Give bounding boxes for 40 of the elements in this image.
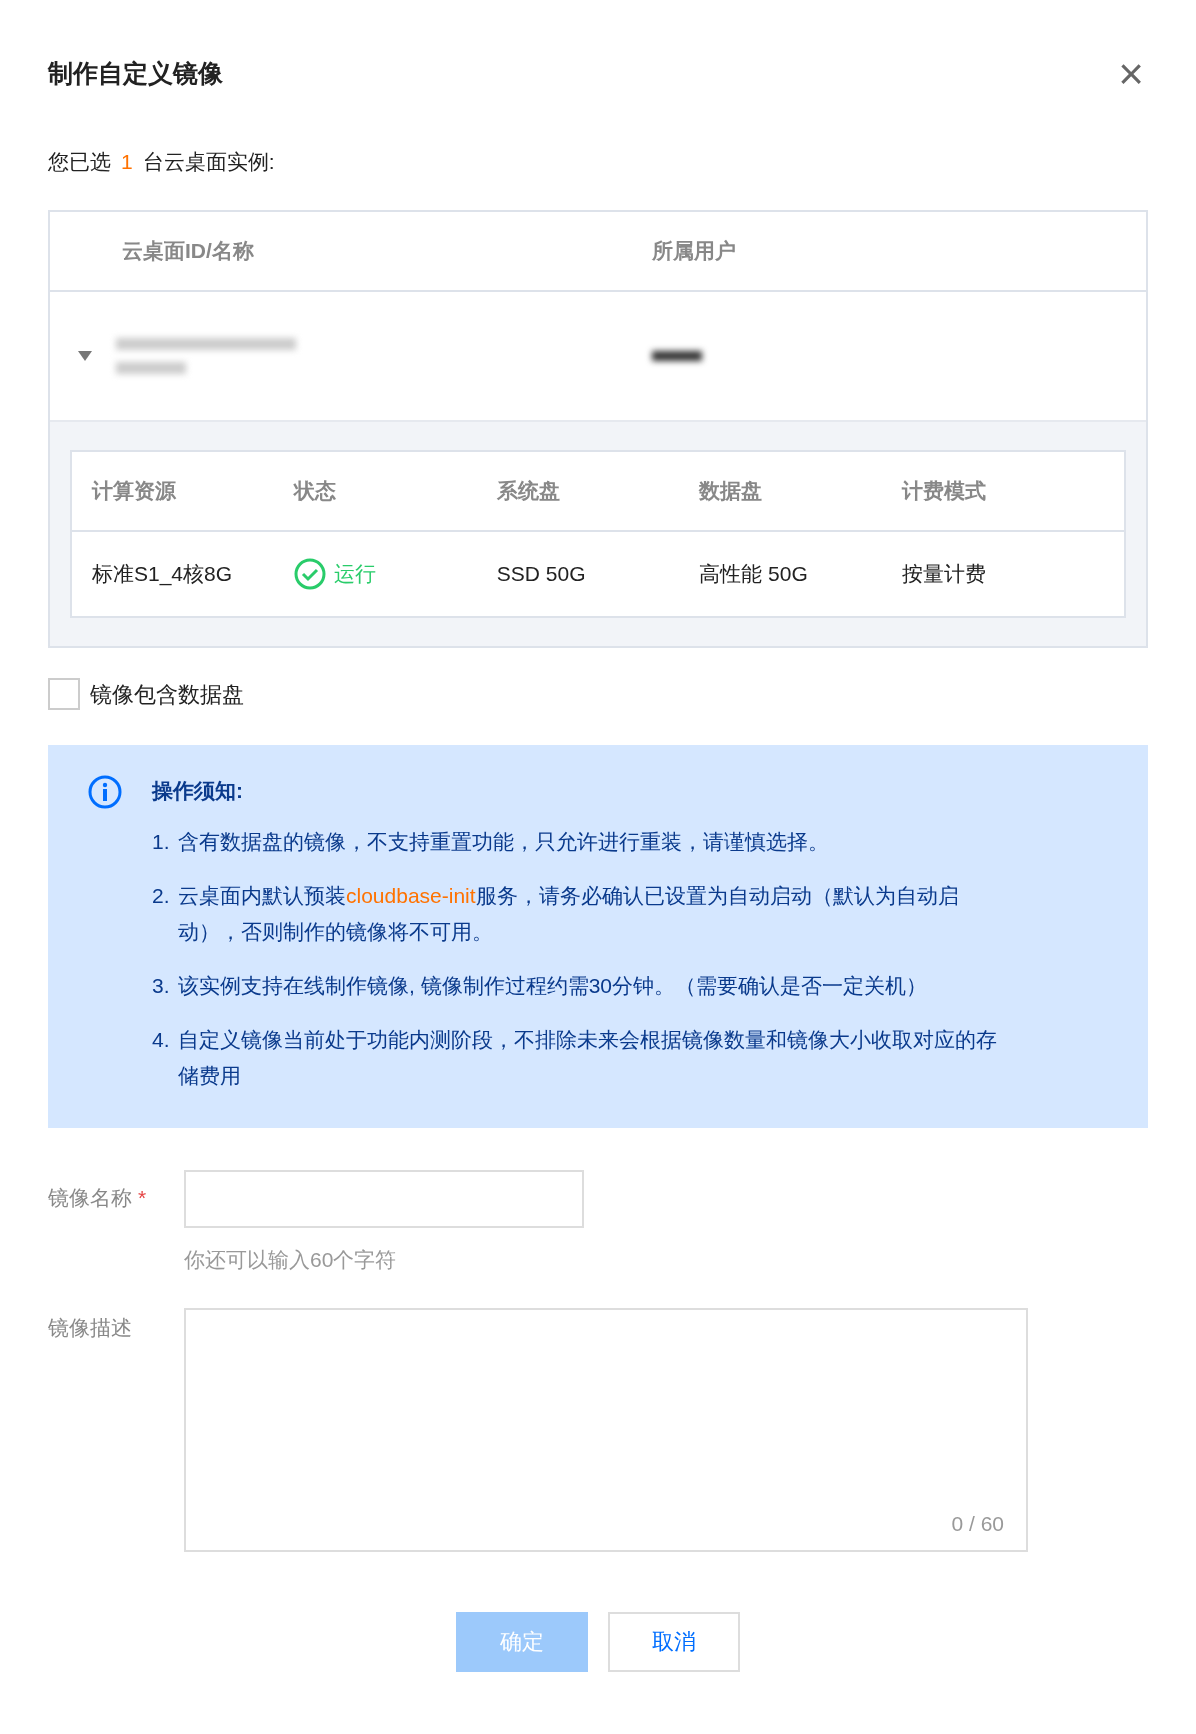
field-label: 镜像描述 bbox=[48, 1314, 133, 1341]
required-mark: * bbox=[138, 1185, 147, 1211]
column-header: 状态 bbox=[294, 477, 338, 504]
status-text: 运行 bbox=[334, 560, 377, 587]
column-header: 计算资源 bbox=[92, 477, 177, 504]
column-header: 系统盘 bbox=[496, 477, 561, 504]
list-number: 4. bbox=[152, 1027, 171, 1053]
highlighted-text: cloudbase-init bbox=[346, 884, 476, 907]
list-number: 3. bbox=[152, 973, 171, 999]
list-number: 2. bbox=[152, 883, 171, 909]
field-label: 镜像名称 bbox=[48, 1185, 132, 1211]
column-header: 计费模式 bbox=[901, 477, 987, 504]
blurred-text bbox=[652, 350, 702, 361]
checkbox-label: 镜像包含数据盘 bbox=[90, 680, 244, 709]
notice-item: 云桌面内默认预装cloudbase-init服务，请务必确认已设置为自动启动（默认为自动启动），否则制作的镜像将不可用。 bbox=[178, 883, 960, 945]
table-cell-text: 标准S1_4核8G bbox=[92, 560, 234, 588]
name-field[interactable] bbox=[184, 1170, 584, 1228]
info-icon bbox=[88, 774, 122, 809]
cancel-button[interactable]: 取消 bbox=[608, 1611, 740, 1672]
table-cell-text: 按量计费 bbox=[901, 560, 987, 587]
description-field[interactable]: 0 / 60 bbox=[184, 1307, 1028, 1552]
checkbox[interactable] bbox=[48, 678, 80, 710]
list-number: 1. bbox=[152, 829, 171, 855]
dialog-title: 制作自定义镜像 bbox=[48, 58, 223, 90]
field-hint: 你还可以输入60个字符 bbox=[184, 1247, 398, 1273]
column-header: 云桌面ID/名称 bbox=[121, 237, 255, 264]
selection-label: 台云桌面实例: bbox=[142, 149, 275, 175]
table-cell-text: 高性能 50G bbox=[699, 560, 809, 587]
close-button[interactable]: × bbox=[1118, 52, 1144, 96]
notice-item: 含有数据盘的镜像，不支持重置功能，只允许进行重装，请谨慎选择。 bbox=[178, 829, 829, 855]
table-cell-text: SSD 50G bbox=[496, 560, 587, 587]
selection-count: 1 bbox=[121, 149, 133, 175]
column-header: 数据盘 bbox=[699, 477, 764, 504]
column-header: 所属用户 bbox=[651, 237, 737, 264]
caret-icon[interactable] bbox=[78, 350, 92, 361]
character-counter: 0 / 60 bbox=[951, 1511, 1004, 1537]
notice-item: 该实例支持在线制作镜像, 镜像制作过程约需30分钟。（需要确认是否一定关机） bbox=[178, 973, 928, 999]
selection-label: 您已选 bbox=[48, 149, 111, 175]
notice-title: 操作须知: bbox=[152, 777, 244, 804]
notice-item: 自定义镜像当前处于功能内测阶段，不排除未来会根据镜像数量和镜像大小收取对应的存储费用 bbox=[178, 1027, 998, 1089]
